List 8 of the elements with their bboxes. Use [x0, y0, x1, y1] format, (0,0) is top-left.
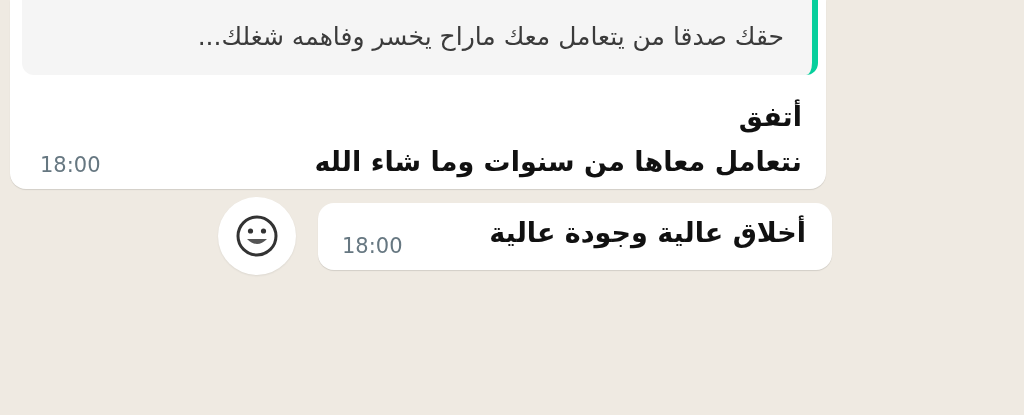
smiley-icon — [235, 214, 279, 258]
quoted-message[interactable]: حقك صدقا من يتعامل معك ماراح يخسر وفاهمه شغلك... — [22, 0, 818, 75]
quoted-text: حقك صدقا من يتعامل معك ماراح يخسر وفاهمه شغلك... — [196, 22, 784, 51]
message-text: نتعامل معاها من سنوات وما شاء الله — [314, 146, 802, 177]
message-text: أتفق — [738, 101, 802, 132]
message-time: 18:00 — [40, 153, 101, 177]
message-text: أخلاق عالية وجودة عالية — [489, 216, 806, 248]
message-time: 18:00 — [342, 233, 403, 258]
